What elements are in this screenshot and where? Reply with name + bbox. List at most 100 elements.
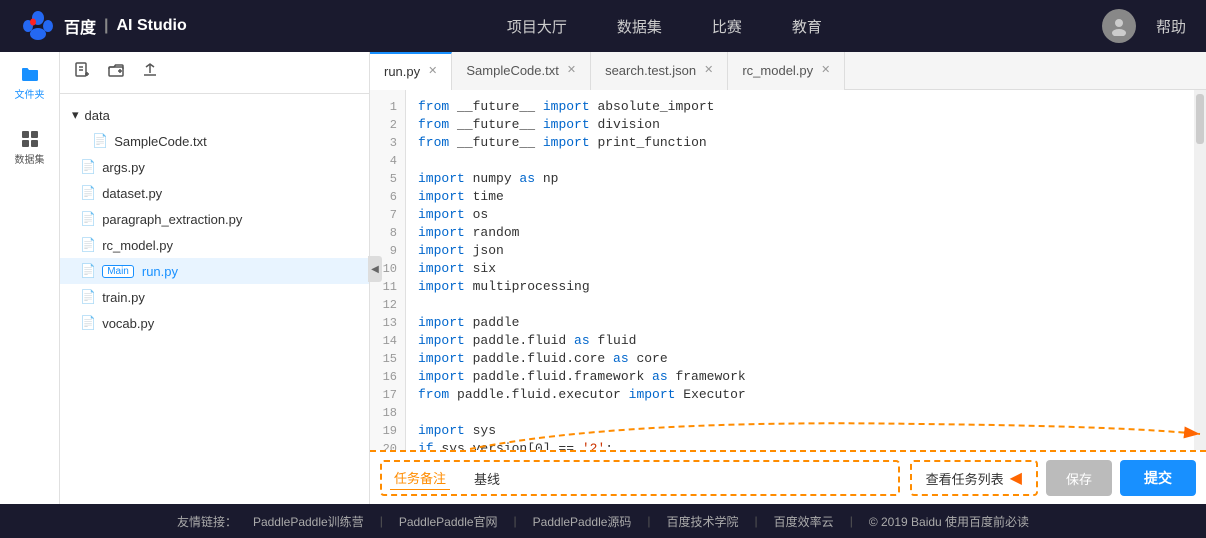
new-folder-icon — [108, 62, 124, 78]
brand-baidu: 百度 — [64, 14, 96, 38]
list-item[interactable]: 📄 args.py — [60, 154, 369, 180]
footer-divider: | — [380, 514, 383, 528]
nav-competition[interactable]: 比赛 — [712, 16, 742, 37]
upload-icon — [142, 62, 158, 78]
file-icon: 📄 — [80, 159, 96, 175]
main-area: 文件夹 数据集 — [0, 52, 1206, 504]
code-editor[interactable]: 123456789101112131415161718192021222324 … — [370, 90, 1206, 450]
bottom-bar: 任务备注 基线 查看任务列表 ◀ 保存 提交 — [370, 450, 1206, 504]
folder-data[interactable]: ▾ data — [60, 102, 369, 128]
nav-datasets[interactable]: 数据集 — [617, 16, 662, 37]
sidebar-data-label: 数据集 — [15, 151, 45, 166]
baseline-tab[interactable]: 基线 — [470, 467, 504, 490]
nav-education[interactable]: 教育 — [792, 16, 822, 37]
avatar[interactable] — [1102, 9, 1136, 43]
footer-link-cloud[interactable]: 百度效率云 — [774, 513, 834, 530]
folder-icon — [20, 64, 40, 84]
view-task-list-button[interactable]: 查看任务列表 ◀ — [910, 460, 1038, 496]
folder-data-label: data — [85, 108, 110, 123]
tab-rc-model-close[interactable]: ✕ — [821, 65, 830, 76]
nav-projects[interactable]: 项目大厅 — [507, 16, 567, 37]
footer-link-official[interactable]: PaddlePaddle官网 — [399, 513, 498, 530]
file-name: dataset.py — [102, 186, 162, 201]
tab-search-test-label: search.test.json — [605, 63, 696, 78]
file-name: SampleCode.txt — [114, 134, 207, 149]
scrollbar-thumb — [1196, 94, 1204, 144]
brand-divider: | — [104, 17, 108, 35]
nav-links: 项目大厅 数据集 比赛 教育 — [227, 16, 1102, 37]
arrow-left-icon: ◀ — [1010, 468, 1022, 488]
panel-collapse-arrow[interactable]: ◀ — [368, 256, 382, 282]
list-item[interactable]: 📄 rc_model.py — [60, 232, 369, 258]
task-note-tab[interactable]: 任务备注 — [390, 466, 450, 490]
file-icon: 📄 — [80, 237, 96, 253]
tabs-bar: run.py ✕ SampleCode.txt ✕ search.test.js… — [370, 52, 1206, 90]
list-item[interactable]: 📄 vocab.py — [60, 310, 369, 336]
footer-link-academy[interactable]: 百度技术学院 — [667, 513, 739, 530]
file-icon: 📄 — [80, 263, 96, 279]
baidu-logo-icon — [20, 8, 56, 44]
file-name: paragraph_extraction.py — [102, 212, 242, 227]
file-name: vocab.py — [102, 316, 154, 331]
main-badge: Main — [102, 265, 134, 278]
footer-divider: | — [514, 514, 517, 528]
tab-run-py-label: run.py — [384, 64, 420, 79]
sidebar-item-files[interactable]: 文件夹 — [10, 62, 50, 102]
list-item[interactable]: 📄 train.py — [60, 284, 369, 310]
file-name: rc_model.py — [102, 238, 173, 253]
tab-search-test-close[interactable]: ✕ — [704, 65, 713, 76]
task-note-input[interactable]: 任务备注 基线 — [380, 460, 900, 496]
tab-rc-model-label: rc_model.py — [742, 63, 813, 78]
upload-button[interactable] — [138, 58, 162, 87]
file-tree: ▾ data 📄 SampleCode.txt 📄 args.py 📄 data… — [60, 94, 369, 504]
footer-link-source[interactable]: PaddlePaddle源码 — [533, 513, 632, 530]
file-icon: 📄 — [80, 315, 96, 331]
tab-samplecode-label: SampleCode.txt — [466, 63, 559, 78]
tab-run-py-close[interactable]: ✕ — [428, 66, 437, 77]
tab-search-test[interactable]: search.test.json ✕ — [591, 52, 728, 90]
chevron-down-icon: ▾ — [72, 107, 79, 123]
list-item[interactable]: 📄 dataset.py — [60, 180, 369, 206]
brand: 百度 | AI Studio — [20, 8, 187, 44]
footer-divider: | — [647, 514, 650, 528]
list-item[interactable]: 📄 SampleCode.txt — [60, 128, 369, 154]
list-item[interactable]: 📄 paragraph_extraction.py — [60, 206, 369, 232]
file-name: train.py — [102, 290, 145, 305]
sidebar-files-label: 文件夹 — [15, 86, 45, 101]
tab-rc-model[interactable]: rc_model.py ✕ — [728, 52, 845, 90]
file-name-active: run.py — [142, 264, 178, 279]
code-lines: from __future__ import absolute_import f… — [406, 90, 1206, 450]
tab-samplecode-close[interactable]: ✕ — [567, 65, 576, 76]
footer-divider: | — [850, 514, 853, 528]
submit-button[interactable]: 提交 — [1120, 460, 1196, 496]
footer-link-training[interactable]: PaddlePaddle训练营 — [253, 513, 364, 530]
save-button[interactable]: 保存 — [1046, 460, 1112, 496]
tab-run-py[interactable]: run.py ✕ — [370, 52, 452, 90]
sidebar-item-data[interactable]: 数据集 — [10, 127, 50, 167]
editor-area: run.py ✕ SampleCode.txt ✕ search.test.js… — [370, 52, 1206, 504]
brand-studio: AI Studio — [117, 17, 187, 35]
file-panel: ▾ data 📄 SampleCode.txt 📄 args.py 📄 data… — [60, 52, 370, 504]
file-icon: 📄 — [92, 133, 108, 149]
list-item-active[interactable]: 📄 Main run.py — [60, 258, 369, 284]
scrollbar[interactable] — [1194, 90, 1206, 450]
nav-right: 帮助 — [1102, 9, 1186, 43]
new-file-button[interactable] — [70, 58, 94, 87]
help-link[interactable]: 帮助 — [1156, 16, 1186, 37]
view-task-list-label: 查看任务列表 — [926, 469, 1004, 488]
footer-divider: | — [755, 514, 758, 528]
file-icon: 📄 — [80, 185, 96, 201]
task-actions: 查看任务列表 ◀ 保存 提交 — [910, 460, 1196, 496]
file-name: args.py — [102, 160, 145, 175]
file-toolbar — [60, 52, 369, 94]
grid-icon — [20, 129, 40, 149]
navbar: 百度 | AI Studio 项目大厅 数据集 比赛 教育 帮助 — [0, 0, 1206, 52]
file-icon: 📄 — [80, 289, 96, 305]
new-file-icon — [74, 62, 90, 78]
footer-prefix: 友情链接： — [177, 513, 237, 530]
footer: 友情链接： PaddlePaddle训练营 | PaddlePaddle官网 |… — [0, 504, 1206, 538]
sidebar: 文件夹 数据集 — [0, 52, 60, 504]
tab-samplecode[interactable]: SampleCode.txt ✕ — [452, 52, 591, 90]
user-icon — [1109, 16, 1129, 36]
new-folder-button[interactable] — [104, 58, 128, 87]
